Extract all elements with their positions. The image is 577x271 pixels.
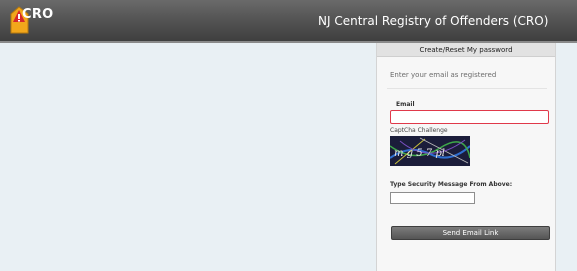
reset-password-panel: Create/Reset My password Enter your emai… bbox=[376, 43, 556, 271]
security-message-label: Type Security Message From Above: bbox=[390, 181, 513, 188]
divider bbox=[387, 88, 547, 89]
panel-heading: Create/Reset My password bbox=[377, 43, 555, 57]
captcha-label: CaptCha Challenge bbox=[390, 127, 448, 134]
security-message-input[interactable] bbox=[390, 192, 475, 204]
captcha-image: m g 5 7 pl bbox=[390, 136, 470, 166]
send-email-link-button[interactable]: Send Email Link bbox=[391, 226, 550, 240]
page-title: NJ Central Registry of Offenders (CRO) bbox=[318, 14, 549, 28]
logo-text: CRO bbox=[22, 7, 54, 22]
email-field[interactable] bbox=[390, 110, 549, 124]
intro-text: Enter your email as registered bbox=[390, 71, 497, 79]
captcha-text: m g 5 7 pl bbox=[394, 148, 445, 159]
app-header: CRO NJ Central Registry of Offenders (CR… bbox=[0, 0, 577, 43]
email-label: Email bbox=[396, 101, 415, 108]
